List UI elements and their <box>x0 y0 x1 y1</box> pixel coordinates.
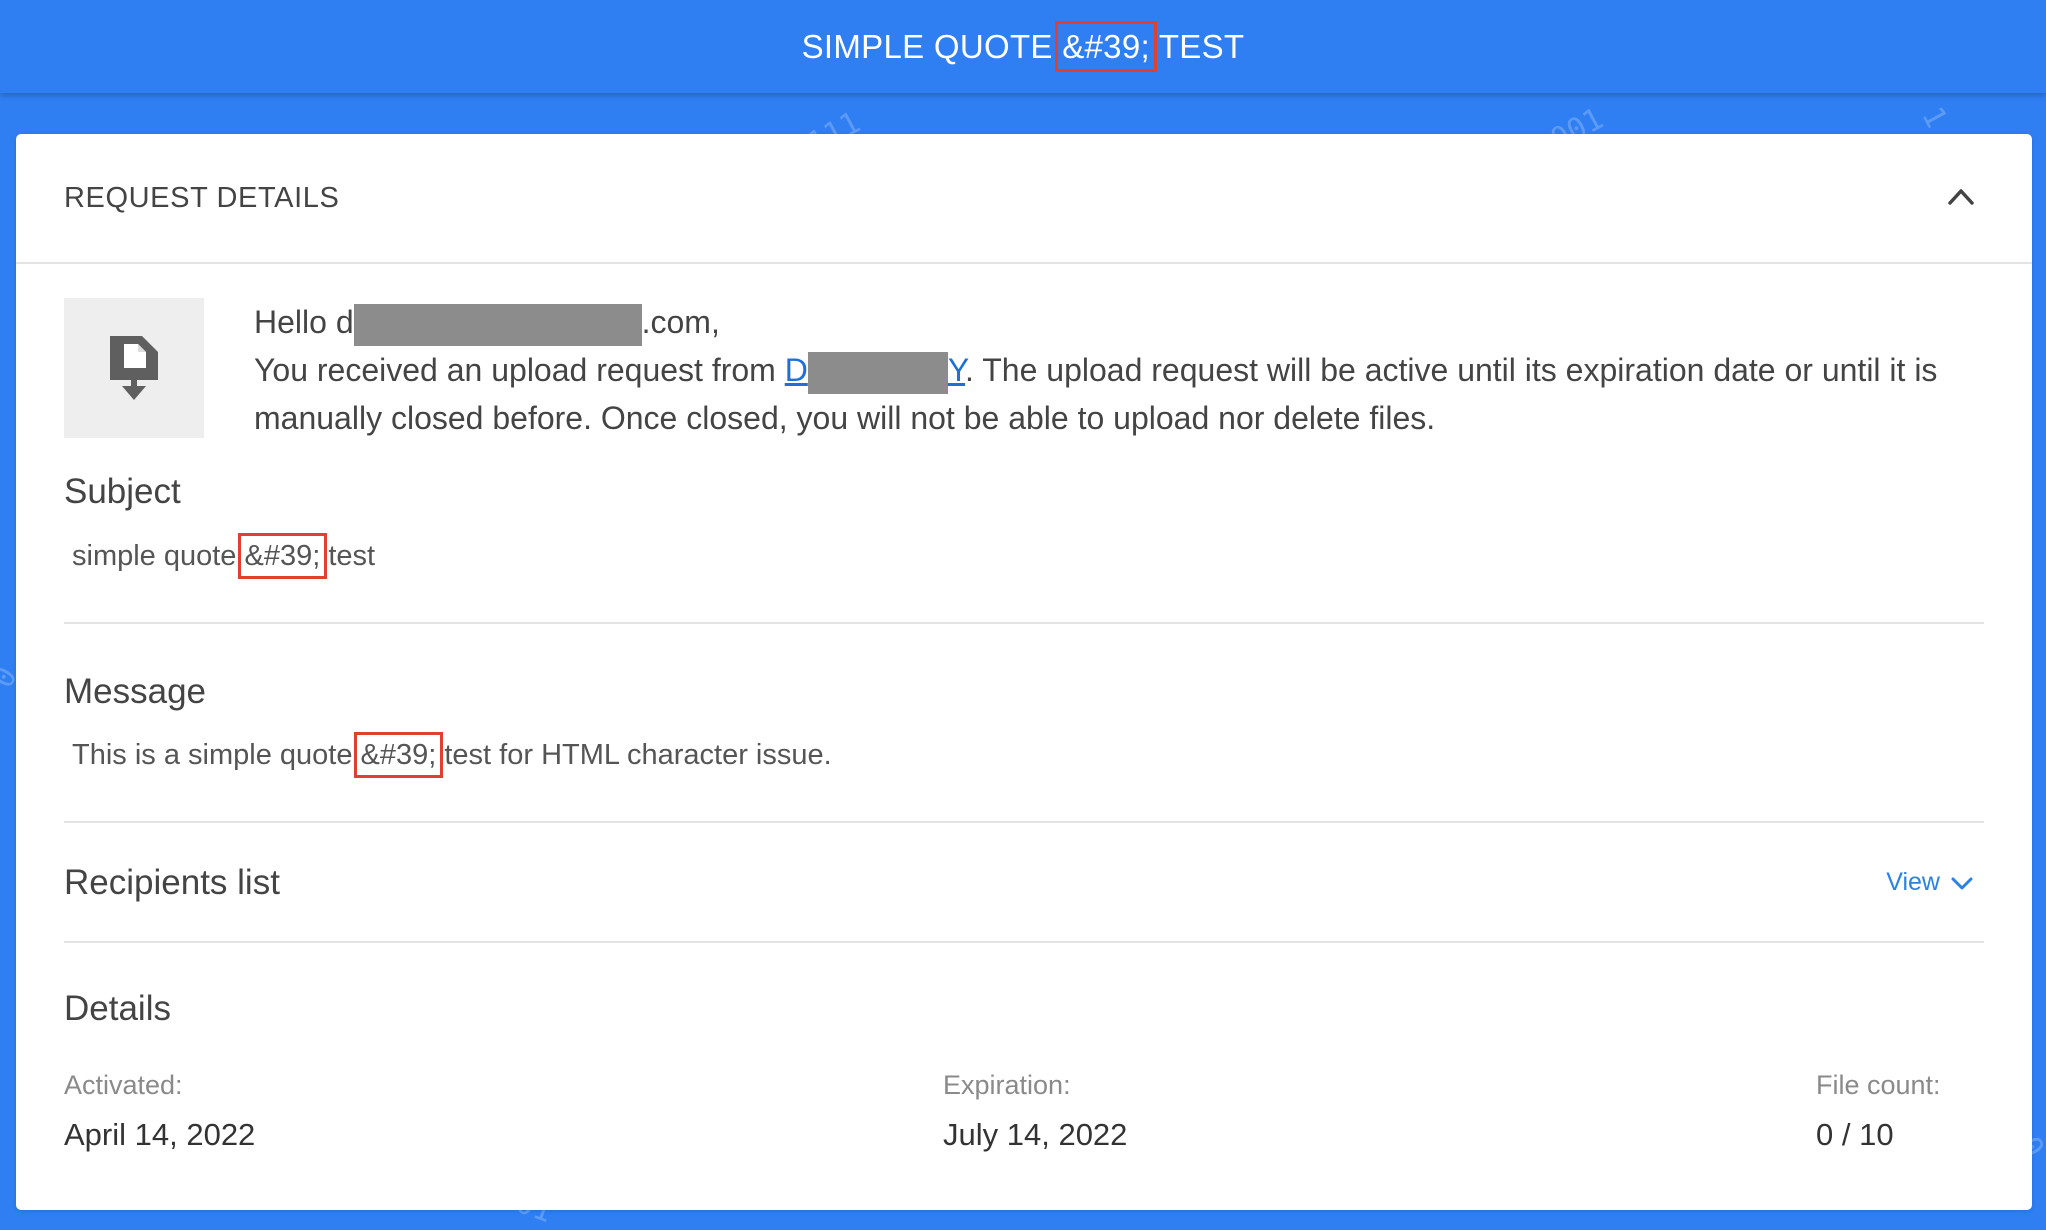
page-title: SIMPLE QUOTE &#39; TEST <box>801 20 1245 72</box>
recipients-list-label: Recipients list <box>64 863 280 902</box>
card-title: REQUEST DETAILS <box>64 181 340 214</box>
divider <box>64 622 1984 624</box>
redacted-email <box>353 303 642 346</box>
request-details-card: REQUEST DETAILS Hello d .com, You receive… <box>16 134 2032 1210</box>
file-count-label: File count: <box>1816 1070 1941 1100</box>
card-header[interactable]: REQUEST DETAILS <box>16 134 2032 264</box>
greeting-start: Hello d <box>254 304 354 340</box>
subject-text-start: simple quote <box>72 540 245 572</box>
sender-link-end: Y <box>947 352 966 388</box>
page-title-entity: &#39; <box>1055 20 1157 72</box>
subject-text-end: test <box>320 540 376 572</box>
message-text-start: This is a simple quote <box>72 739 361 771</box>
message-label: Message <box>64 672 207 711</box>
sender-link-start: D <box>784 352 808 388</box>
message-text-end: test for HTML character issue. <box>436 739 832 771</box>
subject-label: Subject <box>64 472 181 511</box>
request-info-text: You received an upload request from D Y. … <box>254 346 1974 442</box>
message-entity: &#39; <box>353 732 444 778</box>
redacted-sender <box>807 351 948 394</box>
chevron-up-icon[interactable] <box>1946 184 1976 208</box>
page-title-start: SIMPLE QUOTE <box>801 27 1063 65</box>
activated-label: Activated: <box>64 1070 183 1100</box>
page-title-end: TEST <box>1149 27 1245 65</box>
view-recipients-button[interactable]: View <box>1886 868 1974 897</box>
request-info-start: You received an upload request from <box>254 352 785 388</box>
chevron-down-icon <box>1951 877 1973 889</box>
view-recipients-label: View <box>1886 868 1940 896</box>
subject-text: simple quote &#39; test <box>72 533 376 579</box>
upload-request-thumbnail <box>64 298 204 438</box>
message-text: This is a simple quote &#39; test for HT… <box>72 732 832 778</box>
file-count-value: 0 / 10 <box>1816 1117 1894 1152</box>
top-bar: SIMPLE QUOTE &#39; TEST <box>0 0 2046 93</box>
divider <box>64 821 1984 823</box>
file-download-icon <box>110 336 158 400</box>
activated-value: April 14, 2022 <box>64 1117 256 1152</box>
subject-entity: &#39; <box>237 533 328 579</box>
sender-link[interactable]: DY <box>784 351 966 394</box>
divider <box>64 941 1984 943</box>
background-digit: 1 <box>1914 101 1954 134</box>
greeting-end: .com, <box>641 304 720 340</box>
expiration-value: July 14, 2022 <box>943 1117 1128 1152</box>
intro-text: Hello d .com, You received an upload requ… <box>254 298 1974 442</box>
expiration-label: Expiration: <box>943 1070 1071 1100</box>
details-label: Details <box>64 989 171 1028</box>
greeting-line: Hello d .com, <box>254 298 1974 346</box>
